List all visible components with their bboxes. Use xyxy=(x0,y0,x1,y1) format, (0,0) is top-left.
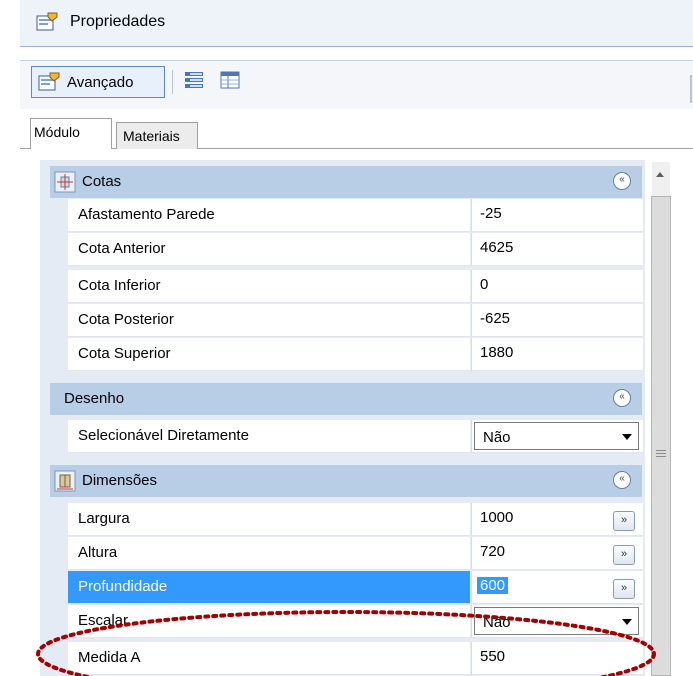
property-row-afastamento-parede[interactable]: Afastamento Parede -25 xyxy=(68,199,643,232)
scroll-up-arrow-icon[interactable] xyxy=(656,172,664,177)
categorized-view-icon[interactable] xyxy=(184,70,204,90)
toolbar-edge xyxy=(690,75,692,103)
dimensions-icon xyxy=(54,171,76,193)
property-row-cota-posterior[interactable]: Cota Posterior -625 xyxy=(68,304,643,337)
dropdown-value: Não xyxy=(483,614,511,631)
property-dropdown[interactable]: Não xyxy=(474,607,639,635)
property-name: Afastamento Parede xyxy=(78,206,215,223)
chevron-down-icon xyxy=(622,619,632,625)
property-name: Altura xyxy=(78,544,118,561)
table-view-icon[interactable] xyxy=(220,70,240,90)
advanced-button[interactable]: Avançado xyxy=(31,66,165,98)
category-cotas-label: Cotas xyxy=(82,173,122,190)
tab-materiais-label: Materiais xyxy=(123,128,180,144)
property-value[interactable]: 550 xyxy=(480,648,505,665)
ellipsis-button[interactable]: » xyxy=(613,545,635,565)
property-value[interactable]: -625 xyxy=(480,310,510,327)
property-value[interactable]: 4625 xyxy=(480,239,513,256)
chevron-down-icon xyxy=(622,434,632,440)
advanced-button-label: Avançado xyxy=(67,74,134,91)
collapse-icon[interactable]: « xyxy=(613,389,631,407)
category-cotas[interactable]: Cotas « xyxy=(50,166,642,198)
property-value[interactable]: 720 xyxy=(480,543,505,560)
ellipsis-button[interactable]: » xyxy=(613,579,635,599)
property-value-field[interactable]: 1000 » xyxy=(471,503,643,536)
dimensions-icon xyxy=(54,470,76,492)
dropdown-value: Não xyxy=(483,429,511,446)
property-row-selecionavel-diretamente[interactable]: Selecionável Diretamente Não xyxy=(68,420,643,453)
property-name: Medida A xyxy=(78,649,141,666)
property-row-cota-inferior[interactable]: Cota Inferior 0 xyxy=(68,270,643,303)
property-value[interactable]: 600 xyxy=(477,577,509,594)
property-row-cota-superior[interactable]: Cota Superior 1880 xyxy=(68,338,643,371)
property-value-field[interactable]: -25 xyxy=(471,199,643,232)
property-name: Profundidade xyxy=(78,578,168,595)
property-value-field[interactable]: -625 xyxy=(471,304,643,337)
property-name: Selecionável Diretamente xyxy=(78,427,249,444)
category-desenho[interactable]: Desenho « xyxy=(50,383,642,415)
properties-icon xyxy=(36,12,58,31)
property-value[interactable]: 1880 xyxy=(480,344,513,361)
property-value-field[interactable]: 1880 xyxy=(471,338,643,371)
panel-title: Propriedades xyxy=(70,13,166,30)
property-row-largura[interactable]: Largura 1000 » xyxy=(68,503,643,536)
tab-modulo[interactable]: Módulo xyxy=(30,118,112,149)
property-value-field[interactable]: 550 xyxy=(471,642,643,675)
properties-icon xyxy=(38,72,60,91)
property-value[interactable]: -25 xyxy=(480,205,502,222)
tab-modulo-label: Módulo xyxy=(34,124,80,140)
scrollbar-thumb[interactable] xyxy=(651,196,671,676)
property-row-medida-a[interactable]: Medida A 550 xyxy=(68,642,643,675)
property-row-escalar[interactable]: Escalar Não xyxy=(68,605,643,638)
toolbar-separator xyxy=(172,70,173,94)
collapse-icon[interactable]: « xyxy=(613,172,631,190)
property-name: Cota Anterior xyxy=(78,240,166,257)
property-name: Cota Posterior xyxy=(78,311,174,328)
category-dimensoes-label: Dimensões xyxy=(82,472,158,489)
property-value-field[interactable]: 4625 xyxy=(471,233,643,266)
property-row-profundidade[interactable]: Profundidade 600 » xyxy=(68,571,643,604)
property-name: Cota Inferior xyxy=(78,277,161,294)
property-row-altura[interactable]: Altura 720 » xyxy=(68,537,643,570)
property-value[interactable]: 1000 xyxy=(480,509,513,526)
property-row-cota-anterior[interactable]: Cota Anterior 4625 xyxy=(68,233,643,266)
property-name: Cota Superior xyxy=(78,345,171,362)
tab-materiais[interactable]: Materiais xyxy=(116,122,198,149)
ellipsis-button[interactable]: » xyxy=(613,511,635,531)
property-name: Largura xyxy=(78,510,130,527)
property-name: Escalar xyxy=(78,612,129,629)
property-value-field[interactable]: 0 xyxy=(471,270,643,303)
property-value[interactable]: 0 xyxy=(480,276,488,293)
collapse-icon[interactable]: « xyxy=(613,471,631,489)
scrollbar-grip-icon xyxy=(656,450,666,460)
category-dimensoes[interactable]: Dimensões « xyxy=(50,465,642,497)
property-dropdown[interactable]: Não xyxy=(474,422,639,450)
property-value-field[interactable]: 600 » xyxy=(471,571,643,604)
category-desenho-label: Desenho xyxy=(64,390,125,407)
property-value-field[interactable]: 720 » xyxy=(471,537,643,570)
